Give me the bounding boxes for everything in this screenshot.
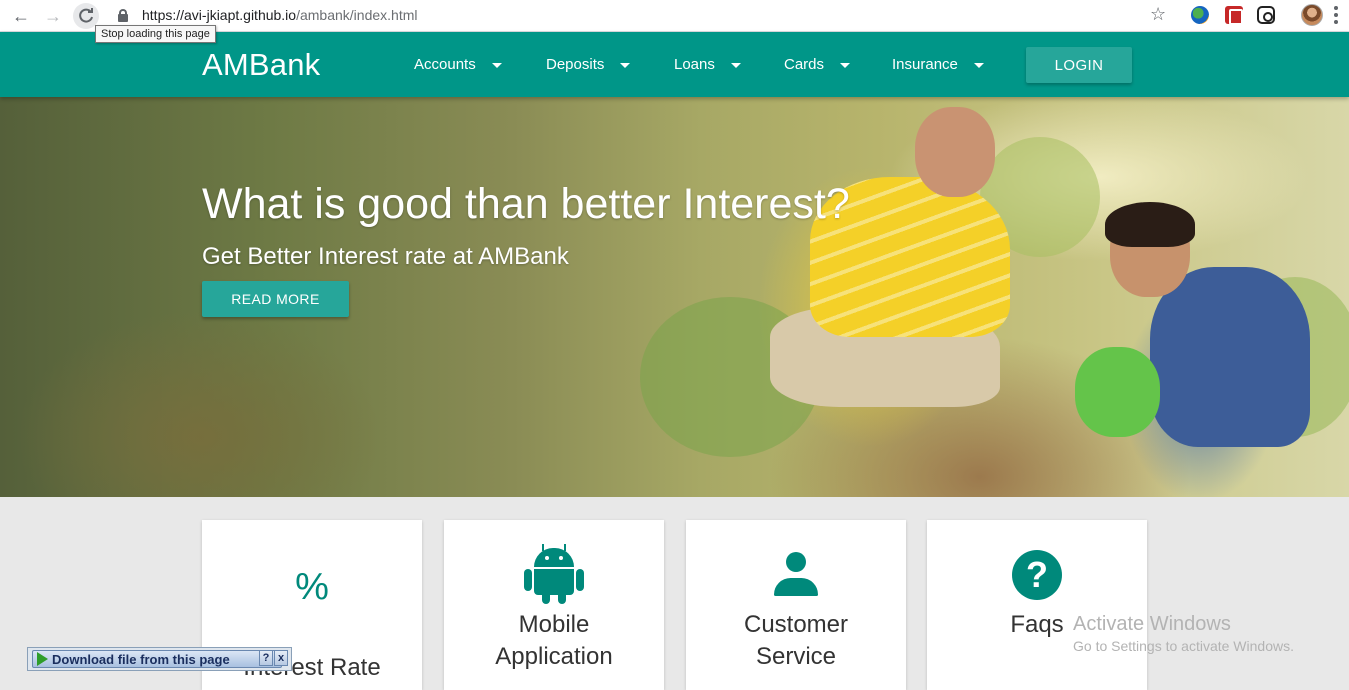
extension-globe-icon[interactable] <box>1191 6 1209 24</box>
nav-label: Loans <box>674 56 715 73</box>
nav-label: Insurance <box>892 56 958 73</box>
extension-tab-icon[interactable] <box>1257 6 1275 24</box>
hero-title: What is good than better Interest? <box>202 180 850 228</box>
nav-label: Deposits <box>546 56 605 73</box>
brand-logo[interactable]: AMBank <box>202 47 320 83</box>
url-path: /ambank/index.html <box>296 7 418 23</box>
card-faqs[interactable]: ? Faqs <box>927 520 1147 690</box>
hero-subtitle: Get Better Interest rate at AMBank <box>202 243 569 270</box>
help-circle-icon: ? <box>1012 550 1062 600</box>
caret-down-icon <box>973 63 984 68</box>
play-icon <box>37 652 48 666</box>
nav-label: Accounts <box>414 56 476 73</box>
reload-tooltip: Stop loading this page <box>95 25 216 43</box>
caret-down-icon <box>491 63 502 68</box>
read-more-button[interactable]: READ MORE <box>202 281 349 317</box>
nav-item-loans[interactable]: Loans <box>674 56 741 73</box>
forward-arrow-icon[interactable]: → <box>41 5 65 27</box>
caret-down-icon <box>620 63 631 68</box>
android-icon <box>524 544 584 604</box>
address-bar[interactable]: https://avi-jkiapt.github.io/ambank/inde… <box>142 7 418 23</box>
activate-windows-watermark: Activate Windows Go to Settings to activ… <box>1073 613 1294 654</box>
browser-menu-icon[interactable] <box>1334 6 1338 24</box>
login-button[interactable]: LOGIN <box>1026 47 1132 83</box>
nav-label: Cards <box>784 56 825 73</box>
hero-banner: What is good than better Interest? Get B… <box>0 97 1349 497</box>
help-button[interactable]: ? <box>259 650 273 666</box>
caret-down-icon <box>840 63 851 68</box>
bookmark-star-icon[interactable]: ☆ <box>1150 4 1166 25</box>
nav-item-insurance[interactable]: Insurance <box>892 56 984 73</box>
card-mobile-application[interactable]: Mobile Application <box>444 520 664 690</box>
percent-icon: % <box>295 566 329 608</box>
watering-can-image <box>1075 347 1160 437</box>
person-icon <box>774 552 818 598</box>
profile-avatar[interactable] <box>1301 4 1323 26</box>
card-label: Mobile <box>518 611 590 638</box>
caret-down-icon <box>730 63 741 68</box>
card-label: Customer <box>743 611 849 638</box>
download-toolbar: Download file from this page ? x <box>27 647 292 671</box>
card-label: Service <box>755 643 837 670</box>
nav-item-accounts[interactable]: Accounts <box>414 56 502 73</box>
download-label: Download file from this page <box>52 651 230 667</box>
card-label: Application <box>495 643 613 670</box>
close-button[interactable]: x <box>274 650 288 666</box>
back-arrow-icon[interactable]: ← <box>9 5 33 27</box>
hero-image-grandfather <box>770 107 1030 437</box>
lock-icon <box>118 9 128 22</box>
activate-subtitle: Go to Settings to activate Windows. <box>1073 638 1294 654</box>
nav-item-deposits[interactable]: Deposits <box>546 56 631 73</box>
download-button[interactable]: Download file from this page <box>32 650 282 668</box>
card-customer-service[interactable]: Customer Service <box>686 520 906 690</box>
url-host: https://avi-jkiapt.github.io <box>142 7 297 23</box>
nav-item-cards[interactable]: Cards <box>784 56 851 73</box>
extension-pdf-icon[interactable] <box>1225 6 1243 25</box>
activate-title: Activate Windows <box>1073 613 1231 635</box>
